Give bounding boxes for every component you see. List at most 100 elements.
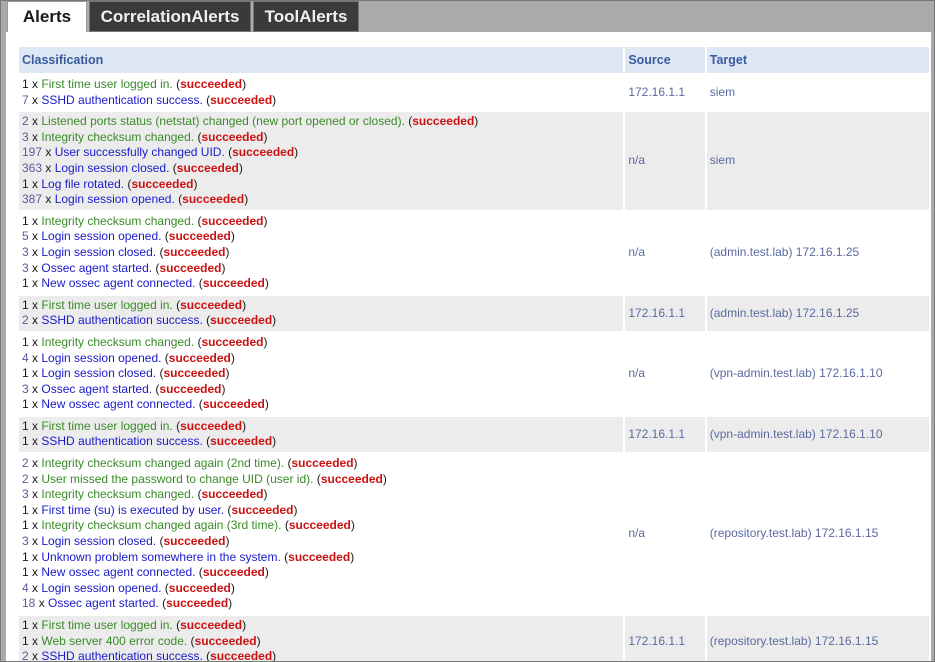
paren-open: ( (172, 618, 181, 632)
paren-close: ) (263, 129, 268, 144)
alert-description-link[interactable]: SSHD authentication success. (41, 313, 202, 327)
status-succeeded: succeeded (202, 276, 265, 291)
alert-description-link[interactable]: Ossec agent started. (41, 261, 152, 275)
alert-description-link[interactable]: Ossec agent started. (48, 596, 159, 610)
alert-description-link[interactable]: Login session opened. (41, 581, 161, 595)
alert-count[interactable]: 3 (22, 245, 29, 259)
alert-description-link[interactable]: Integrity checksum changed again (2nd ti… (41, 456, 284, 470)
source-cell: n/a (625, 211, 705, 294)
alert-description-link[interactable]: Login session opened. (41, 351, 161, 365)
paren-close: ) (230, 350, 235, 365)
tab-alerts[interactable]: Alerts (7, 1, 87, 32)
alert-description-link[interactable]: Unknown problem somewhere in the system. (41, 550, 280, 564)
alert-description-link[interactable]: SSHD authentication success. (41, 649, 202, 661)
paren-open: ( (172, 418, 181, 433)
alert-count[interactable]: 3 (22, 382, 29, 396)
paren-close: ) (256, 633, 261, 648)
paren-close: ) (350, 549, 355, 564)
alert-count[interactable]: 2 (22, 456, 29, 470)
alert-description-link[interactable]: Login session opened. (41, 229, 161, 243)
header-classification[interactable]: Classification (19, 47, 624, 73)
count-separator: x (28, 580, 42, 595)
alert-description-link[interactable]: New ossec agent connected. (41, 565, 195, 579)
alert-line: 1 x Integrity checksum changed. (succeed… (22, 335, 620, 351)
alert-count[interactable]: 3 (22, 534, 29, 548)
alert-count[interactable]: 2 (22, 313, 29, 327)
alert-line: 1 x Unknown problem somewhere in the sys… (22, 550, 620, 566)
alert-description-link[interactable]: Listened ports status (netstat) changed … (41, 114, 405, 128)
paren-open: ( (195, 565, 203, 580)
target-cell: (repository.test.lab) 172.16.1.15 (706, 454, 929, 614)
alert-count: 1 (22, 297, 29, 312)
header-source[interactable]: Source (625, 47, 705, 73)
alert-count[interactable]: 3 (22, 261, 29, 275)
alert-description-link[interactable]: Login session closed. (55, 161, 170, 175)
alert-count[interactable]: 18 (22, 596, 35, 610)
count-separator: x (28, 276, 42, 291)
paren-close: ) (264, 397, 269, 412)
paren-close: ) (230, 229, 235, 244)
alert-description-link[interactable]: Ossec agent started. (41, 382, 152, 396)
alert-count[interactable]: 4 (22, 351, 29, 365)
count-separator: x (28, 114, 42, 129)
paren-close: ) (382, 471, 387, 486)
status-succeeded: succeeded (202, 397, 265, 412)
alert-description-link[interactable]: First time user logged in. (41, 419, 172, 433)
tab-tool-alerts[interactable]: ToolAlerts (253, 1, 359, 32)
status-succeeded: succeeded (180, 297, 243, 312)
alert-count: 1 (22, 334, 29, 349)
alert-description-link[interactable]: Integrity checksum changed. (41, 487, 194, 501)
alert-description-link[interactable]: Login session closed. (41, 245, 156, 259)
paren-close: ) (263, 334, 268, 349)
classification-cell: 1 x First time user logged in. (succeede… (19, 295, 624, 331)
alert-description-link[interactable]: First time user logged in. (41, 77, 172, 91)
status-succeeded: succeeded (201, 334, 264, 349)
alert-description-link[interactable]: SSHD authentication success. (41, 93, 202, 107)
paren-close: ) (263, 213, 268, 228)
alert-description-link[interactable]: Integrity checksum changed again (3rd ti… (41, 518, 281, 532)
paren-open: ( (161, 229, 169, 244)
status-succeeded: succeeded (166, 596, 229, 611)
alert-description-link[interactable]: First time user logged in. (41, 298, 172, 312)
alert-description-link[interactable]: Integrity checksum changed. (41, 214, 194, 228)
alert-count[interactable]: 7 (22, 93, 29, 107)
alert-description-link[interactable]: Login session closed. (41, 534, 156, 548)
alert-count[interactable]: 387 (22, 192, 42, 206)
status-succeeded: succeeded (163, 244, 226, 259)
alert-description-link[interactable]: Integrity checksum changed. (41, 130, 194, 144)
status-succeeded: succeeded (291, 456, 354, 471)
alert-description-link[interactable]: New ossec agent connected. (41, 397, 195, 411)
alert-count[interactable]: 3 (22, 130, 29, 144)
count-separator: x (28, 397, 42, 412)
alert-description-link[interactable]: Log file rotated. (41, 177, 124, 191)
alert-count[interactable]: 197 (22, 145, 42, 159)
app-frame: Alerts CorrelationAlerts ToolAlerts Clas… (0, 0, 935, 662)
target-cell: (vpn-admin.test.lab) 172.16.1.10 (706, 332, 929, 415)
alert-description-link[interactable]: Web server 400 error code. (41, 634, 187, 648)
header-target[interactable]: Target (706, 47, 929, 73)
alert-count[interactable]: 363 (22, 161, 42, 175)
alert-count[interactable]: 2 (22, 472, 29, 486)
count-separator: x (28, 244, 42, 259)
alert-description-link[interactable]: Login session opened. (55, 192, 175, 206)
alert-description-link[interactable]: SSHD authentication success. (41, 434, 202, 448)
alert-count[interactable]: 5 (22, 229, 29, 243)
source-cell: 172.16.1.1 (625, 416, 705, 453)
alert-count[interactable]: 2 (22, 114, 29, 128)
alert-count[interactable]: 2 (22, 649, 29, 661)
count-separator: x (28, 366, 42, 381)
alert-description-link[interactable]: User missed the password to change UID (… (41, 472, 313, 486)
alert-description-link[interactable]: User successfully changed UID. (55, 145, 225, 159)
alert-description-link[interactable]: Login session closed. (41, 366, 156, 380)
alert-count[interactable]: 3 (22, 487, 29, 501)
paren-open: ( (195, 276, 203, 291)
alert-description-link[interactable]: New ossec agent connected. (41, 276, 195, 290)
alert-description-link[interactable]: First time user logged in. (41, 618, 172, 632)
paren-close: ) (221, 381, 226, 396)
status-succeeded: succeeded (201, 487, 264, 502)
tab-correlation-alerts[interactable]: CorrelationAlerts (89, 1, 251, 32)
alert-description-link[interactable]: First time (su) is executed by user. (41, 503, 224, 517)
alert-count[interactable]: 4 (22, 581, 29, 595)
alert-description-link[interactable]: Integrity checksum changed. (41, 335, 194, 349)
paren-close: ) (221, 260, 226, 275)
